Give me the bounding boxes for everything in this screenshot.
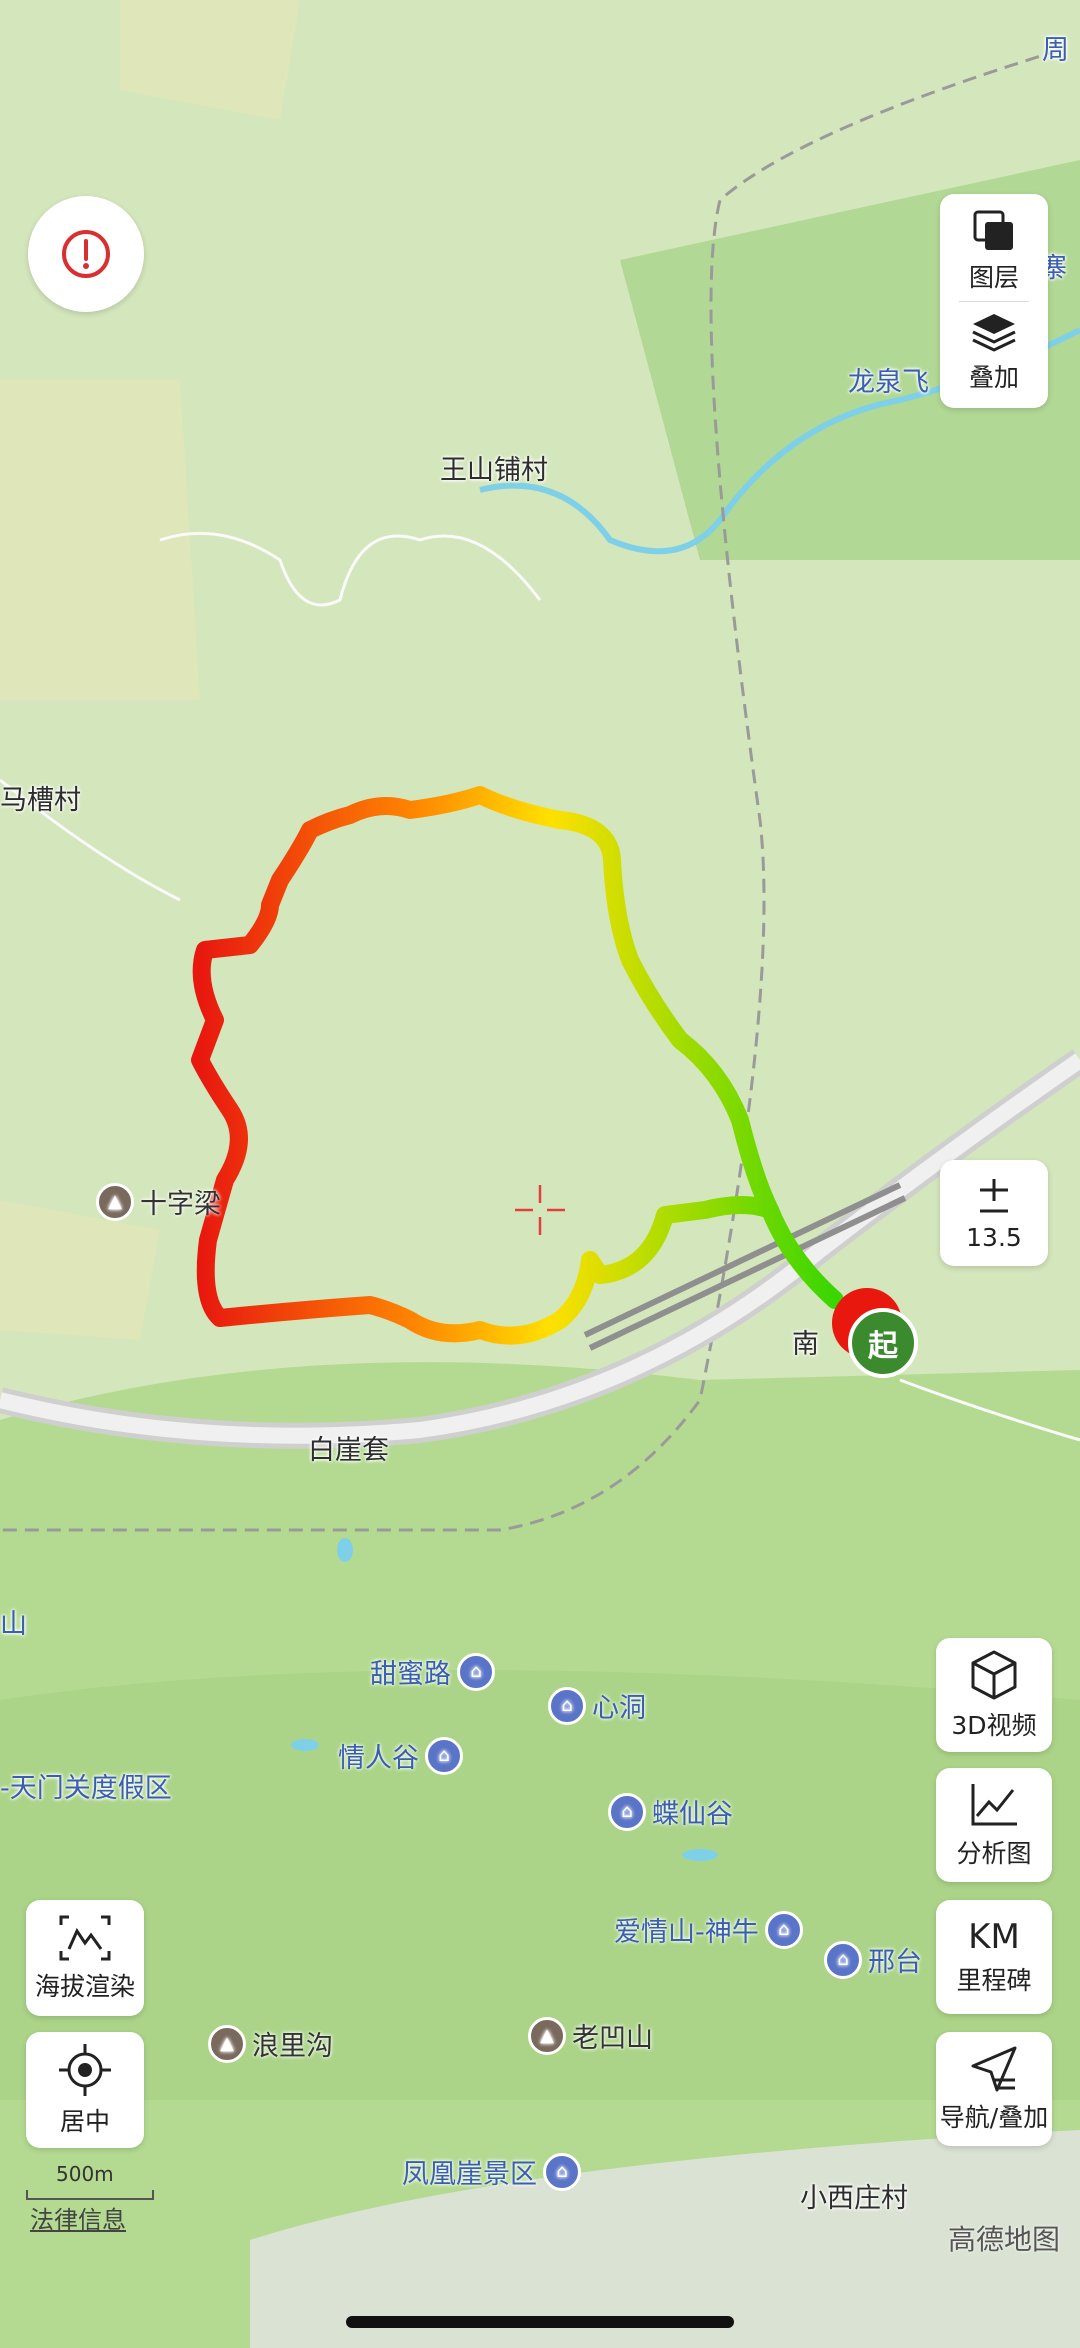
scenic-spot-icon: ⌂ bbox=[425, 1736, 463, 1775]
start-marker[interactable]: 起 bbox=[848, 1308, 918, 1378]
center-button[interactable]: 居中 bbox=[26, 2032, 144, 2148]
place-label: 马槽村 bbox=[0, 785, 81, 816]
poi-tianmilu[interactable]: 甜蜜路 ⌂ bbox=[370, 1652, 495, 1691]
warning-icon bbox=[62, 230, 110, 278]
place-label: 山 bbox=[0, 1609, 27, 1640]
navigation-button[interactable]: 导航/叠加 bbox=[936, 2032, 1052, 2146]
scale-bar bbox=[26, 2190, 154, 2200]
scenic-spot-icon: ⌂ bbox=[543, 2152, 581, 2191]
sand-patch bbox=[0, 380, 200, 700]
place-label: 白崖套 bbox=[308, 1435, 389, 1466]
place-label: 周 bbox=[1042, 35, 1069, 66]
place-label: -天门关度假区 bbox=[0, 1773, 172, 1804]
pond bbox=[337, 1538, 353, 1562]
locate-icon bbox=[59, 2044, 111, 2096]
scenic-spot-icon: ⌂ bbox=[824, 1940, 862, 1979]
layers-button[interactable]: 图层 bbox=[969, 201, 1019, 301]
km-text: KM bbox=[968, 1917, 1020, 1957]
layers-panel: 图层 叠加 bbox=[940, 194, 1048, 408]
legal-link[interactable]: 法律信息 bbox=[30, 2200, 126, 2235]
pond bbox=[682, 1849, 718, 1861]
place-label: 南 bbox=[792, 1329, 819, 1360]
map-canvas[interactable] bbox=[0, 0, 1080, 2348]
chart-icon bbox=[971, 1784, 1017, 1826]
poi-shiziliang[interactable]: ▲ 十字梁 bbox=[96, 1182, 221, 1221]
scenic-spot-icon: ⌂ bbox=[457, 1652, 495, 1691]
poi-qingrengu[interactable]: 情人谷 ⌂ bbox=[338, 1736, 463, 1775]
poi-xingtai[interactable]: ⌂ 邢台 bbox=[824, 1940, 922, 1979]
poi-fenghuangya[interactable]: 凤凰崖景区 ⌂ bbox=[402, 2152, 581, 2191]
scale-label: 500m bbox=[56, 2162, 114, 2186]
cube-icon bbox=[971, 1650, 1017, 1700]
scenic-spot-icon: ⌂ bbox=[764, 1910, 803, 1949]
mountain-icon: ▲ bbox=[96, 1182, 134, 1221]
poi-laoaoshan[interactable]: ▲ 老凹山 bbox=[528, 2016, 653, 2055]
brand-logo: 高德地图 bbox=[948, 2223, 1061, 2256]
analysis-button[interactable]: 分析图 bbox=[936, 1768, 1052, 1882]
navigation-arrow-icon bbox=[971, 2046, 1017, 2092]
poi-langligou[interactable]: ▲ 浪里沟 bbox=[208, 2024, 333, 2063]
home-indicator[interactable] bbox=[346, 2316, 734, 2328]
alert-button[interactable] bbox=[28, 196, 144, 312]
scenic-spot-icon: ⌂ bbox=[608, 1792, 646, 1831]
poi-diexiangu[interactable]: ⌂ 蝶仙谷 bbox=[608, 1792, 733, 1831]
poi-aiqingshan[interactable]: 爱情山-神牛 ⌂ bbox=[614, 1910, 803, 1949]
overlay-button[interactable]: 叠加 bbox=[969, 302, 1019, 402]
scenic-spot-icon: ⌂ bbox=[548, 1686, 586, 1725]
plus-minus-icon bbox=[980, 1178, 1008, 1212]
mountain-icon: ▲ bbox=[208, 2024, 246, 2063]
elevation-render-button[interactable]: 海拔渲染 bbox=[26, 1900, 144, 2016]
elevation-icon bbox=[59, 1915, 111, 1961]
stack-icon bbox=[972, 313, 1016, 352]
layers-icon bbox=[973, 210, 1013, 250]
pond bbox=[291, 1739, 319, 1751]
video3d-button[interactable]: 3D视频 bbox=[936, 1638, 1052, 1752]
zoom-button[interactable]: 13.5 bbox=[940, 1160, 1048, 1266]
poi-xindong[interactable]: ⌂ 心洞 bbox=[548, 1686, 646, 1725]
place-label: 龙泉飞 bbox=[848, 367, 929, 398]
place-label: 王山铺村 bbox=[440, 455, 548, 486]
milestone-button[interactable]: KM 里程碑 bbox=[936, 1900, 1052, 2014]
mountain-icon: ▲ bbox=[528, 2016, 566, 2055]
place-label: 小西庄村 bbox=[800, 2183, 908, 2214]
